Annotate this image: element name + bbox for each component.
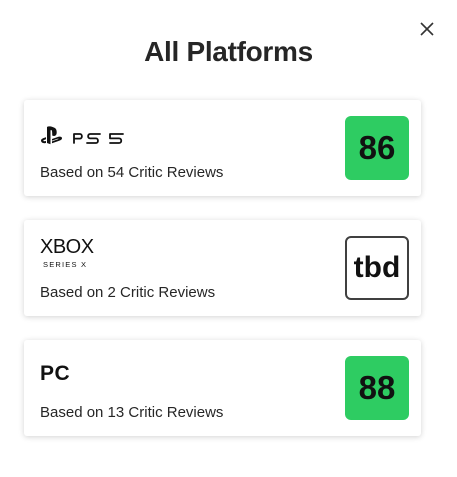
platform-card-ps5[interactable]: Based on 54 Critic Reviews 86 [24, 100, 421, 196]
ps5-logo-icon [40, 116, 130, 150]
close-icon [420, 22, 434, 36]
xbox-series-x-logo-icon: XBOX SERIES X [40, 236, 120, 270]
pc-label: PC [40, 362, 71, 385]
dialog-title: All Platforms [144, 36, 313, 67]
metascore-badge: 86 [345, 116, 409, 180]
critic-reviews-count: Based on 54 Critic Reviews [40, 164, 224, 181]
platform-card-pc[interactable]: PC Based on 13 Critic Reviews 88 [24, 340, 421, 436]
metascore-badge: tbd [345, 236, 409, 300]
series-x-logo-text: SERIES X [43, 260, 88, 269]
critic-reviews-count: Based on 2 Critic Reviews [40, 284, 216, 301]
xbox-logo-text: XBOX [40, 236, 94, 258]
critic-reviews-count: Based on 13 Critic Reviews [40, 404, 224, 421]
metascore-badge: 88 [345, 356, 409, 420]
platform-card-xbox-series-x[interactable]: XBOX SERIES X Based on 2 Critic Reviews … [24, 220, 421, 316]
pc-logo: PC [40, 356, 100, 390]
